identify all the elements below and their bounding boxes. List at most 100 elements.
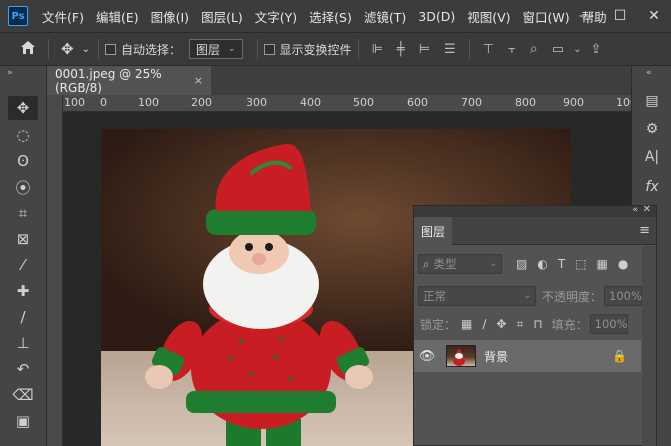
ruler-tick-label: 400 [300,96,321,109]
ruler-tick-label: 800 [515,96,536,109]
tab-layers[interactable]: 图层 [414,217,452,245]
ruler-tick-label: 100 [64,96,85,109]
lock-image-icon[interactable]: ∕ [482,317,486,331]
options-bar: ✥ ⌄ 自动选择： 图层 ⌄ 显示变换控件 ⊫ ╪ ⊨ ☰ ⊤ ⫟ ⌕ ▭ ⌄ … [0,32,671,66]
chevron-down-icon: ⌄ [228,44,236,54]
move-tool-icon[interactable]: ✥ [8,96,38,120]
align-middle-icon[interactable]: ⫟ [501,42,523,57]
styles-icon[interactable]: fx [640,176,664,198]
home-icon[interactable] [14,40,42,59]
close-tab-icon[interactable]: × [194,74,203,87]
close-icon[interactable]: ✕ [643,204,651,215]
menu-edit[interactable]: 编辑(E) [90,7,145,26]
frame-tool-icon[interactable]: ⊠ [8,227,38,251]
tools-panel: » ✥ ◌ ʘ ⦿ ⌗ ⊠ ⁄ ✚ ∕ ⊥ ↶ ⌫ ▣ [0,66,47,446]
filter-toggle-icon[interactable]: ● [618,257,628,271]
horizontal-ruler: 100 0 100 200 300 400 500 600 700 800 90… [63,95,631,112]
smart-object-filter-icon[interactable]: ▦ [597,257,608,271]
menu-image[interactable]: 图像(I) [145,7,195,26]
move-tool-preset-icon[interactable]: ✥ [55,40,80,58]
menu-view[interactable]: 视图(V) [461,7,516,26]
opacity-label: 不透明度： [542,289,603,304]
lock-icon: 🔒 [612,349,627,363]
properties-icon[interactable]: ⚙ [640,118,664,140]
auto-select-checkbox[interactable] [104,43,116,55]
shape-filter-icon[interactable]: ⬚ [575,257,586,271]
collapse-icon[interactable]: « [632,205,638,215]
menu-filter[interactable]: 滤镜(T) [358,7,412,26]
align-center-icon[interactable]: ╪ [390,42,412,57]
menu-layer[interactable]: 图层(L) [195,7,249,26]
layers-panel: « ✕ 图层 ≡ ⌕ 类型 ⌄ ▨ ◐ T ⬚ ▦ ● 正常 ⌄ 不透明度： 1… [413,204,657,446]
lock-position-icon[interactable]: ✥ [496,317,506,331]
crop-tool-icon[interactable]: ⌗ [8,201,38,225]
quick-select-tool-icon[interactable]: ⦿ [8,175,38,199]
collapse-icon[interactable]: » [7,68,13,78]
ruler-tick-label: 500 [353,96,374,109]
auto-select-dropdown[interactable]: 图层 ⌄ [188,39,243,59]
minimize-button[interactable]: — [569,0,603,32]
ruler-tick-label: 300 [246,96,267,109]
ruler-tick-label: 100 [138,96,159,109]
eye-icon[interactable]: 👁 [414,349,440,364]
fill-label: 填充： [551,317,588,332]
lock-row: 锁定： ▦ ∕ ✥ ⌗ ⊓ 填充： 100% [414,314,656,334]
lock-all-icon[interactable]: ⊓ [533,317,542,331]
chevron-down-icon: ⌄ [523,291,531,301]
separator [48,39,49,59]
app-logo: Ps [8,6,28,26]
type-filter-icon[interactable]: T [558,257,565,271]
history-icon[interactable]: ▤ [640,90,664,112]
ruler-tick-label: 0 [100,96,107,109]
gradient-tool-icon[interactable]: ▣ [8,409,38,433]
brush-tool-icon[interactable]: ∕ [8,305,38,329]
search-icon[interactable]: ⌕ [523,41,545,57]
share-icon[interactable]: ⇪ [583,42,608,57]
lock-transparent-icon[interactable]: ▦ [461,317,472,331]
pixel-filter-icon[interactable]: ▨ [516,257,527,271]
photoshop-window: Ps 文件(F) 编辑(E) 图像(I) 图层(L) 文字(Y) 选择(S) 滤… [0,0,671,446]
chevron-down-icon[interactable]: ⌄ [80,44,92,55]
document-tab[interactable]: 0001.jpeg @ 25%(RGB/8) × [47,66,211,95]
lasso-tool-icon[interactable]: ʘ [8,149,38,173]
menu-window[interactable]: 窗口(W) [517,7,576,26]
align-left-icon[interactable]: ⊫ [365,42,390,57]
close-button[interactable]: ✕ [637,0,671,32]
eraser-tool-icon[interactable]: ⌫ [8,383,38,407]
document-title: 0001.jpeg @ 25%(RGB/8) [55,66,162,95]
character-icon[interactable]: A| [640,146,664,168]
opacity-field[interactable]: 100% [604,286,643,306]
menu-3d[interactable]: 3D(D) [412,9,461,24]
collapse-icon[interactable]: « [646,68,652,78]
workspace-icon[interactable]: ▭ [545,42,571,57]
clone-stamp-tool-icon[interactable]: ⊥ [8,331,38,355]
scrollbar[interactable] [642,246,656,446]
show-transform-checkbox[interactable] [263,43,275,55]
fill-field[interactable]: 100% [589,314,628,334]
history-brush-tool-icon[interactable]: ↶ [8,357,38,381]
distribute-icon[interactable]: ☰ [437,42,463,57]
menu-file[interactable]: 文件(F) [36,7,90,26]
maximize-button[interactable]: ☐ [603,0,637,32]
healing-brush-tool-icon[interactable]: ✚ [8,279,38,303]
menu-select[interactable]: 选择(S) [303,7,358,26]
align-right-icon[interactable]: ⊨ [412,42,437,57]
separator [97,39,99,59]
lock-label: 锁定： [420,317,457,332]
search-icon: ⌕ [423,256,430,271]
eyedropper-tool-icon[interactable]: ⁄ [8,253,38,277]
panel-menu-icon[interactable]: ≡ [639,223,650,238]
blend-mode-dropdown[interactable]: 正常 ⌄ [418,286,536,306]
align-top-icon[interactable]: ⊤ [476,42,501,57]
layer-row[interactable]: 👁 背景 🔒 [414,340,641,372]
vertical-ruler [47,95,63,446]
layer-thumbnail [446,345,476,367]
menu-type[interactable]: 文字(Y) [249,7,303,26]
layer-filter-dropdown[interactable]: ⌕ 类型 ⌄ [418,254,502,274]
auto-select-value: 图层 [195,42,220,57]
adjustment-filter-icon[interactable]: ◐ [537,257,547,271]
lock-artboard-icon[interactable]: ⌗ [516,317,523,332]
marquee-tool-icon[interactable]: ◌ [8,123,38,147]
chevron-down-icon[interactable]: ⌄ [571,44,583,55]
ruler-tick-label: 200 [191,96,212,109]
